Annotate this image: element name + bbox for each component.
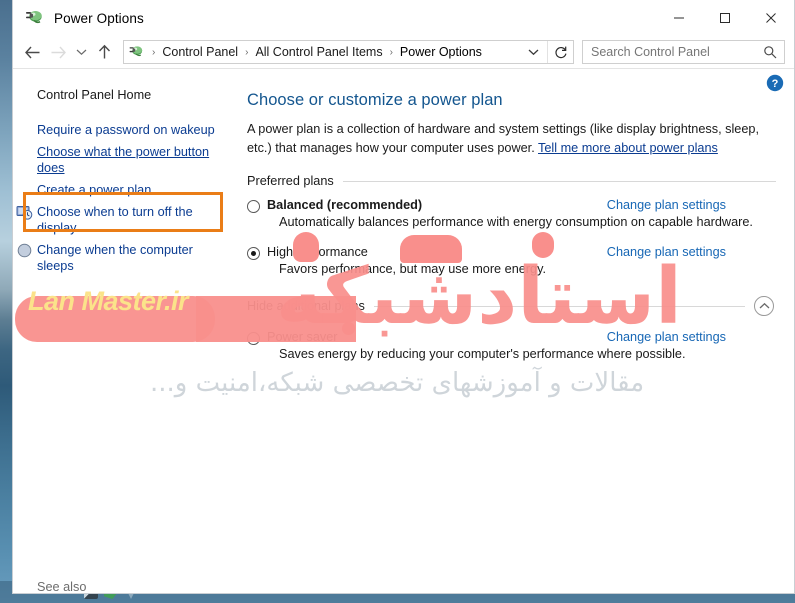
plan-header: High performance Change plan settings xyxy=(267,245,776,259)
maximize-button[interactable] xyxy=(702,0,748,36)
plan-name: Power saver xyxy=(267,330,338,344)
moon-sleep-icon xyxy=(16,242,33,259)
search-icon[interactable] xyxy=(759,45,784,59)
divider xyxy=(373,305,745,307)
plan-header: Power saver Change plan settings xyxy=(267,330,776,344)
radio-high-performance[interactable] xyxy=(247,247,260,260)
change-plan-settings-link-power-saver[interactable]: Change plan settings xyxy=(607,330,776,344)
window-title: Power Options xyxy=(54,10,144,26)
plan-name: High performance xyxy=(267,245,368,259)
page-description: A power plan is a collection of hardware… xyxy=(247,120,776,157)
sidebar-item-choose-power-button-does[interactable]: Choose what the power button does xyxy=(13,141,230,179)
sidebar-item-label: Control Panel Home xyxy=(37,88,152,102)
plan-description: Automatically balances performance with … xyxy=(279,215,753,229)
refresh-icon[interactable] xyxy=(547,41,573,63)
breadcrumb-chevron-down-icon[interactable] xyxy=(522,48,547,56)
plan-description: Saves energy by reducing your computer's… xyxy=(279,347,686,361)
breadcrumb-separator-2: › xyxy=(389,46,393,58)
window-controls xyxy=(656,0,794,36)
main-content: ? Choose or customize a power plan A pow… xyxy=(230,69,794,593)
breadcrumb-item-control-panel[interactable]: Control Panel xyxy=(160,45,240,59)
power-plug-icon xyxy=(24,8,44,28)
chevron-up-icon[interactable] xyxy=(754,296,774,316)
recent-locations-chevron-down-icon[interactable] xyxy=(71,39,91,65)
plan-name: Balanced (recommended) xyxy=(267,198,423,212)
search-input[interactable]: Search Control Panel xyxy=(582,40,785,64)
svg-text:?: ? xyxy=(772,78,779,90)
display-clock-icon xyxy=(16,204,33,221)
radio-power-saver[interactable] xyxy=(247,332,260,345)
sidebar-item-choose-when-turn-off-display[interactable]: Choose when to turn off the display xyxy=(13,201,230,239)
hide-additional-plans-header[interactable]: Hide additional plans xyxy=(247,296,776,316)
title-bar: Power Options xyxy=(13,0,794,36)
see-also-section: See also Personalization User Accounts xyxy=(13,577,230,603)
back-arrow-icon[interactable] xyxy=(19,39,45,65)
breadcrumb-separator-1: › xyxy=(245,46,249,58)
sidebar-item-label: Choose when to turn off the display xyxy=(37,205,193,235)
breadcrumb-separator-0: › xyxy=(152,46,156,58)
sidebar-item-label: Change when the computer sleeps xyxy=(37,243,193,273)
sidebar-item-control-panel-home[interactable]: Control Panel Home xyxy=(13,84,230,106)
plan-description: Favors performance, but may use more ene… xyxy=(279,262,547,276)
change-plan-settings-link-high-performance[interactable]: Change plan settings xyxy=(607,245,776,259)
sidebar-item-create-a-power-plan[interactable]: Create a power plan xyxy=(13,179,230,201)
radio-balanced[interactable] xyxy=(247,200,260,213)
sidebar-item-require-password-on-wakeup[interactable]: Require a password on wakeup xyxy=(13,119,230,141)
minimize-button[interactable] xyxy=(656,0,702,36)
breadcrumb-item-all-control-panel-items[interactable]: All Control Panel Items xyxy=(253,45,384,59)
forward-arrow-icon[interactable] xyxy=(45,39,71,65)
plan-row-balanced[interactable]: Balanced (recommended) Change plan setti… xyxy=(247,198,776,229)
address-bar: › Control Panel › All Control Panel Item… xyxy=(13,36,794,68)
plan-row-high-performance[interactable]: High performance Change plan settings Fa… xyxy=(247,245,776,276)
see-also-heading: See also xyxy=(37,580,87,594)
help-question-icon[interactable]: ? xyxy=(766,74,784,92)
search-placeholder: Search Control Panel xyxy=(591,45,710,59)
tell-me-more-link[interactable]: Tell me more about power plans xyxy=(538,141,718,155)
up-arrow-icon[interactable] xyxy=(91,39,117,65)
power-options-window: Power Options › Control Panel › All Cont… xyxy=(12,0,795,594)
plan-row-power-saver[interactable]: Power saver Change plan settings Saves e… xyxy=(247,330,776,361)
preferred-plans-header: Preferred plans xyxy=(247,174,776,188)
breadcrumb[interactable]: › Control Panel › All Control Panel Item… xyxy=(123,40,574,64)
close-button[interactable] xyxy=(748,0,794,36)
plan-header: Balanced (recommended) Change plan setti… xyxy=(267,198,776,212)
page-title: Choose or customize a power plan xyxy=(247,91,503,109)
breadcrumb-item-power-options[interactable]: Power Options xyxy=(398,45,484,59)
sidebar-item-label: Create a power plan xyxy=(37,183,152,197)
sidebar-item-change-when-computer-sleeps[interactable]: Change when the computer sleeps xyxy=(13,239,230,277)
sidebar-item-label: Require a password on wakeup xyxy=(37,123,215,137)
change-plan-settings-link-balanced[interactable]: Change plan settings xyxy=(607,198,776,212)
sidebar: Control Panel Home Require a password on… xyxy=(13,69,230,594)
breadcrumb-power-plug-icon[interactable] xyxy=(128,44,144,60)
preferred-plans-label: Preferred plans xyxy=(247,174,334,188)
divider xyxy=(342,180,776,182)
window-content: Control Panel Home Require a password on… xyxy=(13,68,794,594)
hide-additional-plans-label: Hide additional plans xyxy=(247,299,365,313)
sidebar-item-label: Choose what the power button does xyxy=(37,145,210,175)
